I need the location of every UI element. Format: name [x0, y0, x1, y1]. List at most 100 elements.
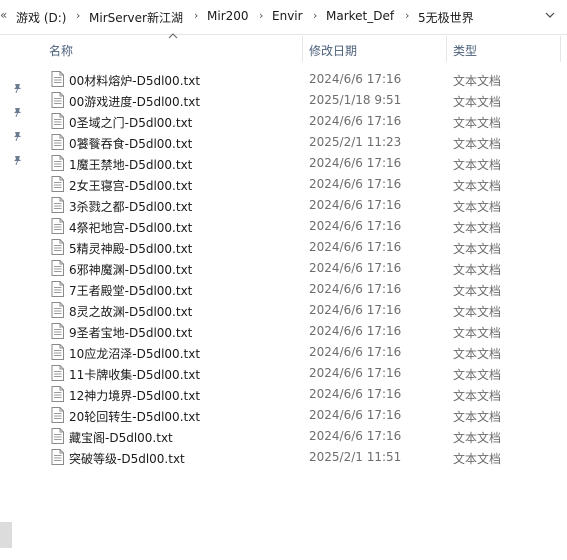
- column-divider[interactable]: [560, 36, 561, 62]
- file-row[interactable]: 00材料熔炉-D5dl00.txt 2024/6/6 17:16 文本文档: [44, 69, 534, 90]
- file-name[interactable]: 0饕餮吞食-D5dl00.txt: [69, 135, 192, 152]
- file-type: 文本文档: [453, 116, 502, 130]
- file-name[interactable]: 4祭祀地宫-D5dl00.txt: [69, 219, 192, 236]
- file-row[interactable]: 0圣域之门-D5dl00.txt 2024/6/6 17:16 文本文档: [44, 111, 534, 132]
- nav-pane-scrollbar[interactable]: [0, 522, 12, 548]
- breadcrumb-item-drive[interactable]: 游戏 (D:): [16, 9, 66, 26]
- text-document-icon: [51, 260, 64, 276]
- file-type: 文本文档: [453, 305, 502, 319]
- file-row[interactable]: 藏宝阁-D5dl00.txt 2024/6/6 17:16 文本文档: [44, 426, 534, 447]
- breadcrumb-separator-icon[interactable]: ›: [194, 9, 198, 22]
- breadcrumb-item-mirserver[interactable]: MirServer新江湖: [89, 9, 183, 26]
- column-header-name[interactable]: 名称: [49, 42, 73, 59]
- column-header-type[interactable]: 类型: [453, 42, 477, 59]
- file-modified-date: 2024/6/6 17:16: [309, 156, 402, 170]
- pin-icon[interactable]: [12, 154, 24, 166]
- breadcrumb-separator-icon[interactable]: ›: [405, 9, 409, 22]
- file-modified-date: 2024/6/6 17:16: [309, 366, 402, 380]
- text-document-icon: [51, 344, 64, 360]
- file-type: 文本文档: [453, 263, 502, 277]
- text-document-icon: [51, 323, 64, 339]
- file-modified-date: 2024/6/6 17:16: [309, 303, 402, 317]
- file-modified-date: 2025/2/1 11:23: [309, 135, 402, 149]
- breadcrumb-item-market-def[interactable]: Market_Def: [326, 9, 394, 23]
- text-document-icon: [51, 218, 64, 234]
- file-name[interactable]: 00材料熔炉-D5dl00.txt: [69, 72, 200, 89]
- file-type: 文本文档: [453, 452, 502, 466]
- file-type: 文本文档: [453, 347, 502, 361]
- file-row[interactable]: 突破等级-D5dl00.txt 2025/2/1 11:51 文本文档: [44, 447, 534, 468]
- file-type: 文本文档: [453, 284, 502, 298]
- file-name[interactable]: 3杀戮之都-D5dl00.txt: [69, 198, 192, 215]
- column-divider[interactable]: [446, 36, 447, 62]
- file-modified-date: 2024/6/6 17:16: [309, 408, 402, 422]
- file-type: 文本文档: [453, 242, 502, 256]
- text-document-icon: [51, 134, 64, 150]
- file-name[interactable]: 9圣者宝地-D5dl00.txt: [69, 324, 192, 341]
- file-row[interactable]: 5精灵神殿-D5dl00.txt 2024/6/6 17:16 文本文档: [44, 237, 534, 258]
- file-name[interactable]: 5精灵神殿-D5dl00.txt: [69, 240, 192, 257]
- file-modified-date: 2024/6/6 17:16: [309, 219, 402, 233]
- file-row[interactable]: 0饕餮吞食-D5dl00.txt 2025/2/1 11:23 文本文档: [44, 132, 534, 153]
- file-name[interactable]: 6邪神魔渊-D5dl00.txt: [69, 261, 192, 278]
- breadcrumb-separator-icon[interactable]: ›: [76, 9, 80, 22]
- file-type: 文本文档: [453, 200, 502, 214]
- file-modified-date: 2024/6/6 17:16: [309, 177, 402, 191]
- breadcrumb-overflow-button[interactable]: «: [0, 8, 7, 22]
- breadcrumb-item-current-folder[interactable]: 5无极世界: [418, 9, 474, 26]
- file-name[interactable]: 11卡牌收集-D5dl00.txt: [69, 366, 200, 383]
- file-name[interactable]: 7王者殿堂-D5dl00.txt: [69, 282, 192, 299]
- file-name[interactable]: 突破等级-D5dl00.txt: [69, 450, 185, 467]
- file-row[interactable]: 4祭祀地宫-D5dl00.txt 2024/6/6 17:16 文本文档: [44, 216, 534, 237]
- file-row[interactable]: 11卡牌收集-D5dl00.txt 2024/6/6 17:16 文本文档: [44, 363, 534, 384]
- file-name[interactable]: 藏宝阁-D5dl00.txt: [69, 429, 173, 446]
- file-modified-date: 2024/6/6 17:16: [309, 429, 402, 443]
- file-name[interactable]: 10应龙沼泽-D5dl00.txt: [69, 345, 200, 362]
- file-row[interactable]: 10应龙沼泽-D5dl00.txt 2024/6/6 17:16 文本文档: [44, 342, 534, 363]
- file-row[interactable]: 8灵之故渊-D5dl00.txt 2024/6/6 17:16 文本文档: [44, 300, 534, 321]
- file-name[interactable]: 12神力境界-D5dl00.txt: [69, 387, 200, 404]
- text-document-icon: [51, 428, 64, 444]
- file-name[interactable]: 2女王寝宫-D5dl00.txt: [69, 177, 192, 194]
- file-name[interactable]: 00游戏进度-D5dl00.txt: [69, 93, 200, 110]
- text-document-icon: [51, 197, 64, 213]
- breadcrumb-separator-icon[interactable]: ›: [313, 9, 317, 22]
- file-row[interactable]: 00游戏进度-D5dl00.txt 2025/1/18 9:51 文本文档: [44, 90, 534, 111]
- text-document-icon: [51, 113, 64, 129]
- pin-icon[interactable]: [12, 82, 24, 94]
- file-row[interactable]: 9圣者宝地-D5dl00.txt 2024/6/6 17:16 文本文档: [44, 321, 534, 342]
- column-headers: 名称 修改日期 类型: [0, 34, 567, 64]
- file-row[interactable]: 20轮回转生-D5dl00.txt 2024/6/6 17:16 文本文档: [44, 405, 534, 426]
- file-row[interactable]: 7王者殿堂-D5dl00.txt 2024/6/6 17:16 文本文档: [44, 279, 534, 300]
- chevron-down-icon[interactable]: [541, 5, 559, 25]
- address-bar[interactable]: « 游戏 (D:) › MirServer新江湖 › Mir200 › Envi…: [0, 0, 567, 35]
- file-type: 文本文档: [453, 137, 502, 151]
- file-row[interactable]: 2女王寝宫-D5dl00.txt 2024/6/6 17:16 文本文档: [44, 174, 534, 195]
- file-name[interactable]: 8灵之故渊-D5dl00.txt: [69, 303, 192, 320]
- file-type: 文本文档: [453, 158, 502, 172]
- file-name[interactable]: 20轮回转生-D5dl00.txt: [69, 408, 200, 425]
- file-type: 文本文档: [453, 74, 502, 88]
- file-row[interactable]: 1魔王禁地-D5dl00.txt 2024/6/6 17:16 文本文档: [44, 153, 534, 174]
- file-type: 文本文档: [453, 431, 502, 445]
- pin-icon[interactable]: [12, 106, 24, 118]
- column-header-date[interactable]: 修改日期: [309, 42, 357, 59]
- file-modified-date: 2024/6/6 17:16: [309, 345, 402, 359]
- file-row[interactable]: 3杀戮之都-D5dl00.txt 2024/6/6 17:16 文本文档: [44, 195, 534, 216]
- file-name[interactable]: 1魔王禁地-D5dl00.txt: [69, 156, 192, 173]
- pin-icon[interactable]: [12, 130, 24, 142]
- text-document-icon: [51, 386, 64, 402]
- breadcrumb-item-mir200[interactable]: Mir200: [207, 9, 249, 23]
- file-type: 文本文档: [453, 221, 502, 235]
- file-modified-date: 2024/6/6 17:16: [309, 114, 402, 128]
- breadcrumb-separator-icon[interactable]: ›: [259, 9, 263, 22]
- file-type: 文本文档: [453, 95, 502, 109]
- breadcrumb-item-envir[interactable]: Envir: [272, 9, 303, 23]
- file-row[interactable]: 6邪神魔渊-D5dl00.txt 2024/6/6 17:16 文本文档: [44, 258, 534, 279]
- file-modified-date: 2024/6/6 17:16: [309, 198, 402, 212]
- column-divider[interactable]: [302, 36, 303, 62]
- file-modified-date: 2024/6/6 17:16: [309, 324, 402, 338]
- text-document-icon: [51, 92, 64, 108]
- file-row[interactable]: 12神力境界-D5dl00.txt 2024/6/6 17:16 文本文档: [44, 384, 534, 405]
- file-name[interactable]: 0圣域之门-D5dl00.txt: [69, 114, 192, 131]
